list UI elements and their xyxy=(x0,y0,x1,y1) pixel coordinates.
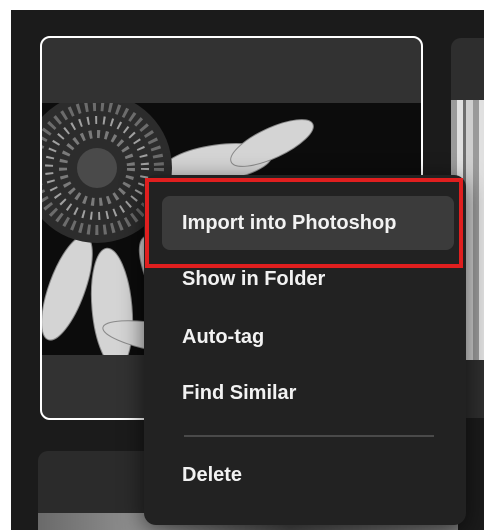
menu-item-auto-tag[interactable]: Auto-tag xyxy=(162,310,454,364)
menu-item-import-into-photoshop[interactable]: Import into Photoshop xyxy=(162,196,454,250)
menu-item-show-in-folder[interactable]: Show in Folder xyxy=(162,252,454,306)
menu-item-delete[interactable]: Delete xyxy=(162,448,454,502)
menu-item-find-similar[interactable]: Find Similar xyxy=(162,366,454,420)
context-menu: Import into Photoshop Show in Folder Aut… xyxy=(144,175,466,525)
app-window: Import into Photoshop Show in Folder Aut… xyxy=(11,10,484,530)
menu-divider xyxy=(184,435,434,437)
